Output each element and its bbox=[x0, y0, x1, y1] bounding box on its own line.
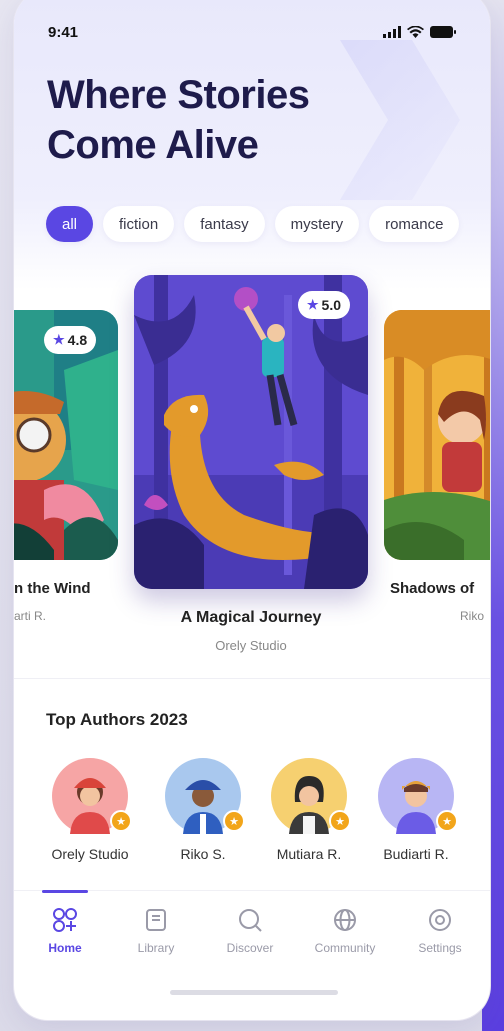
status-time: 9:41 bbox=[48, 23, 79, 41]
book-title[interactable]: A Magical Journey bbox=[151, 609, 351, 627]
tab-settings[interactable]: Settings bbox=[395, 903, 485, 955]
rating-badge: ★ 5.0 bbox=[297, 291, 350, 319]
title-line-1: Where Stories bbox=[47, 73, 310, 117]
avatar: ★ bbox=[271, 758, 351, 834]
chip-fantasy[interactable]: fantasy bbox=[184, 206, 265, 242]
chip-mystery[interactable]: mystery bbox=[274, 206, 360, 242]
avatar: ★ bbox=[378, 758, 458, 834]
book-author: Riko bbox=[460, 609, 485, 623]
chip-fiction[interactable]: fiction bbox=[103, 206, 175, 242]
crown-badge-icon: ★ bbox=[110, 810, 132, 832]
book-cover-left[interactable]: ★ 4.8 bbox=[14, 310, 118, 560]
tab-label: Home bbox=[48, 941, 82, 955]
phone-frame: 9:41 Where Stories Come Alive all fictio… bbox=[14, 0, 490, 1020]
author-item[interactable]: ★ Orely Studio bbox=[35, 758, 145, 862]
book-author: Orely Studio bbox=[215, 638, 287, 653]
chip-all[interactable]: all bbox=[46, 206, 94, 242]
avatar: ★ bbox=[52, 758, 132, 834]
status-icons bbox=[383, 26, 456, 38]
settings-icon bbox=[429, 909, 451, 931]
tab-discover[interactable]: Discover bbox=[205, 903, 295, 955]
author-item[interactable]: ★ Budiarti R. bbox=[361, 758, 471, 862]
status-bar: 9:41 bbox=[48, 22, 456, 42]
top-authors-list: ★ Orely Studio ★ Riko S. ★ Mutiara R. ★ … bbox=[14, 758, 490, 868]
home-icon bbox=[53, 908, 77, 932]
author-name: Orely Studio bbox=[51, 846, 129, 862]
title-line-2: Come Alive bbox=[47, 123, 259, 167]
author-item[interactable]: ★ Riko S. bbox=[148, 758, 258, 862]
book-cover-illustration bbox=[134, 275, 368, 589]
book-cover-right[interactable] bbox=[384, 310, 490, 560]
top-authors-title: Top Authors 2023 bbox=[46, 710, 188, 729]
book-carousel: ★ 4.8 n the Wind arti R. ★ 5.0 A Magical… bbox=[14, 275, 490, 665]
tab-label: Community bbox=[314, 941, 376, 955]
star-icon: ★ bbox=[306, 297, 319, 312]
star-icon: ★ bbox=[53, 332, 65, 347]
library-icon bbox=[146, 909, 166, 931]
home-indicator bbox=[170, 990, 338, 995]
rating-badge: ★ 4.8 bbox=[44, 326, 97, 354]
category-filter: all fiction fantasy mystery romance bbox=[46, 206, 460, 242]
tab-label: Library bbox=[137, 941, 175, 955]
rating-value: 4.8 bbox=[67, 332, 88, 348]
book-cover-illustration bbox=[384, 310, 490, 560]
tab-label: Discover bbox=[226, 941, 274, 955]
bottom-tab-bar: Home Library Discover Community Settings bbox=[14, 890, 490, 980]
book-title: n the Wind bbox=[14, 580, 91, 597]
discover-icon bbox=[239, 909, 262, 932]
battery-icon bbox=[430, 26, 456, 38]
author-item[interactable]: ★ Mutiara R. bbox=[254, 758, 364, 862]
crown-badge-icon: ★ bbox=[436, 810, 458, 832]
tab-community[interactable]: Community bbox=[300, 903, 390, 955]
tab-library[interactable]: Library bbox=[111, 903, 201, 955]
rating-value: 5.0 bbox=[321, 297, 341, 313]
active-tab-indicator bbox=[42, 890, 88, 893]
page-title: Where Stories Come Alive bbox=[47, 70, 407, 170]
community-icon bbox=[334, 909, 356, 931]
crown-badge-icon: ★ bbox=[329, 810, 351, 832]
signal-icon bbox=[383, 26, 401, 38]
author-name: Riko S. bbox=[180, 846, 226, 862]
chip-romance[interactable]: romance bbox=[369, 206, 460, 242]
tab-label: Settings bbox=[418, 941, 462, 955]
crown-badge-icon: ★ bbox=[223, 810, 245, 832]
avatar: ★ bbox=[165, 758, 245, 834]
tab-home[interactable]: Home bbox=[20, 890, 110, 955]
book-title: Shadows of bbox=[390, 580, 475, 597]
section-divider bbox=[14, 678, 490, 679]
book-author: arti R. bbox=[14, 609, 47, 623]
author-name: Budiarti R. bbox=[383, 846, 449, 862]
book-cover-center[interactable]: ★ 5.0 bbox=[134, 275, 368, 589]
author-name: Mutiara R. bbox=[276, 846, 342, 862]
wifi-icon bbox=[407, 26, 424, 38]
